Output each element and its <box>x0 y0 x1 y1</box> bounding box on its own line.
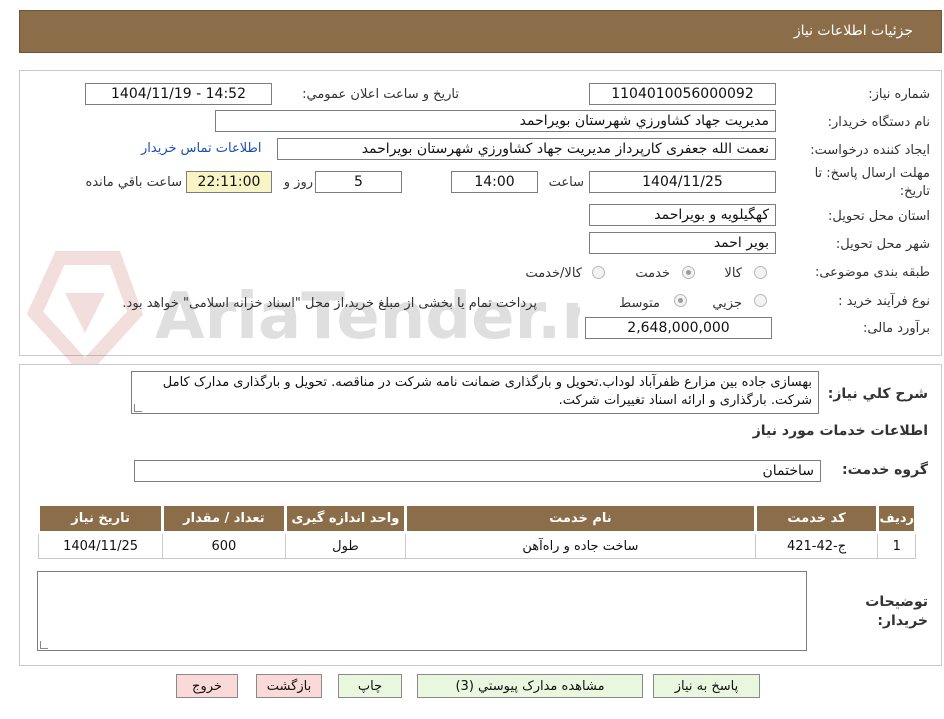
buyer-notes-label: توضيحات <box>865 594 928 610</box>
resize-handle-icon[interactable] <box>134 404 142 412</box>
requester-field: نعمت الله جعفری کارپرداز مديريت جهاد کشا… <box>277 138 776 160</box>
cell-need-date: 1404/11/25 <box>37 532 164 559</box>
summary-text: بهسازی جاده بین مزارع ظفرآباد لوداب.تحوی… <box>162 375 812 408</box>
buyer-org-field: مديريت جهاد کشاورزي شهرستان بويراحمد <box>215 110 776 132</box>
cell-service-name: ساخت جاده و راه‌آهن <box>405 532 756 559</box>
page-title: جزئیات اطلاعات نیاز <box>793 23 913 39</box>
deadline-time-label: ساعت <box>548 175 584 190</box>
cell-service-code: ج-42-421 <box>754 532 879 559</box>
announce-date-field: 1404/11/19 - 14:52 <box>85 83 272 105</box>
table-header-row: رديف کد خدمت نام خدمت واحد اندازه گيری ت… <box>36 503 917 534</box>
col-header-service-code: کد خدمت <box>753 503 880 534</box>
service-group-field: ساختمان <box>134 460 821 482</box>
buyer-notes-label-2: خريدار: <box>877 613 928 629</box>
resize-handle-icon[interactable] <box>40 641 48 649</box>
process-radio-medium[interactable] <box>674 294 687 307</box>
service-group-label: گروه خدمت: <box>842 462 928 478</box>
process-note: پرداخت تمام يا بخشی از مبلغ خريد،از محل … <box>122 296 537 311</box>
services-title: اطلاعات خدمات مورد نياز <box>752 423 928 439</box>
budget-label: برآورد مالی: <box>863 321 930 336</box>
process-option-minor: جزيي <box>712 296 742 311</box>
category-option-goods: کالا <box>724 266 742 281</box>
print-button[interactable]: چاپ <box>338 674 402 698</box>
attachments-button[interactable]: مشاهده مدارک پيوستي (3) <box>417 674 643 698</box>
deadline-time-field: 14:00 <box>451 171 538 193</box>
remaining-time-label: ساعت باقي مانده <box>85 175 182 190</box>
requester-label: ايجاد کننده درخواست: <box>810 143 930 158</box>
province-field: کهگيلويه و بويراحمد <box>589 204 776 226</box>
process-radio-minor[interactable] <box>754 294 767 307</box>
category-radio-goods[interactable] <box>754 266 767 279</box>
deadline-date-field: 1404/11/25 <box>589 171 776 193</box>
page-header: جزئیات اطلاعات نیاز <box>19 10 942 53</box>
need-number-label: شماره نیاز: <box>868 87 930 102</box>
table-row: 1 ج-42-421 ساخت جاده و راه‌آهن طول 600 1… <box>37 532 916 559</box>
cell-quantity: 600 <box>162 532 286 559</box>
category-option-goods-service: کالا/خدمت <box>525 266 582 281</box>
col-header-unit: واحد اندازه گيری <box>283 503 408 534</box>
back-button[interactable]: بازگشت <box>256 674 322 698</box>
city-label: شهر محل تحويل: <box>835 237 930 252</box>
process-label: نوع فرآیند خرید : <box>838 294 930 309</box>
category-radio-goods-service[interactable] <box>592 266 605 279</box>
col-header-quantity: تعداد / مقدار <box>161 503 287 534</box>
summary-textarea[interactable]: بهسازی جاده بین مزارع ظفرآباد لوداب.تحوی… <box>131 371 819 414</box>
category-label: طبقه بندی موضوعی: <box>814 265 930 280</box>
cell-unit: طول <box>284 532 407 559</box>
summary-label: شرح کلي نياز: <box>827 386 928 402</box>
buyer-contact-link[interactable]: اطلاعات تماس خريدار <box>141 141 261 156</box>
province-label: استان محل تحويل: <box>828 209 930 224</box>
reply-button[interactable]: پاسخ به نياز <box>653 674 760 698</box>
buyer-org-label: نام دستگاه خريدار: <box>827 115 930 130</box>
process-option-medium: متوسط <box>619 296 660 311</box>
cell-row-no: 1 <box>877 532 916 559</box>
announce-date-label: تاریخ و ساعت اعلان عمومي: <box>302 87 459 102</box>
category-radio-service[interactable] <box>682 266 695 279</box>
category-option-service: خدمت <box>635 266 670 281</box>
col-header-service-name: نام خدمت <box>404 503 757 534</box>
services-table-wrap: رديف کد خدمت نام خدمت واحد اندازه گيری ت… <box>36 503 917 559</box>
city-field: بوير احمد <box>589 232 776 254</box>
need-number-field: 1104010056000092 <box>589 83 776 105</box>
buyer-notes-textarea[interactable] <box>37 571 807 651</box>
deadline-label-date: تاريخ: <box>899 184 930 199</box>
deadline-label: مهلت ارسال پاسخ: تا <box>814 166 930 181</box>
days-field: 5 <box>315 171 402 193</box>
col-header-need-date: تاريخ نياز <box>36 503 165 534</box>
remaining-time-field: 22:11:00 <box>186 171 272 193</box>
budget-field: 2,648,000,000 <box>585 317 772 339</box>
exit-button[interactable]: خروج <box>176 674 238 698</box>
col-header-row-no: رديف <box>876 503 917 534</box>
services-table: رديف کد خدمت نام خدمت واحد اندازه گيری ت… <box>36 503 917 559</box>
days-label: روز و <box>283 175 313 190</box>
